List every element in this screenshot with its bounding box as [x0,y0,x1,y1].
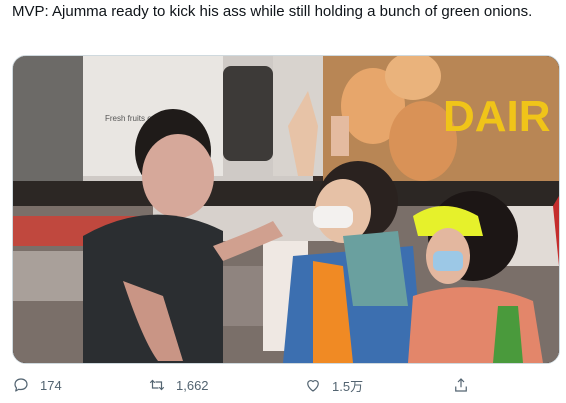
tweet-actions: 174 1,662 1.5万 [12,370,558,400]
reply-count: 174 [40,377,62,393]
retweet-icon [149,379,165,391]
like-button[interactable]: 1.5万 [304,370,363,400]
retweet-button[interactable]: 1,662 [148,370,209,400]
tweet-media-video[interactable]: Fresh fruits onto DAIR [12,55,560,364]
tweet-text: MVP: Ajumma ready to kick his ass while … [12,3,533,20]
heart-icon [307,380,319,392]
like-count: 1.5万 [332,378,364,394]
share-button[interactable] [452,370,480,400]
store-sign: DAIR [443,92,551,141]
video-frame: Fresh fruits onto DAIR [13,56,559,363]
reply-icon [14,378,28,392]
retweet-count: 1,662 [176,377,209,393]
share-icon [455,378,467,392]
reply-button[interactable]: 174 [12,370,62,400]
